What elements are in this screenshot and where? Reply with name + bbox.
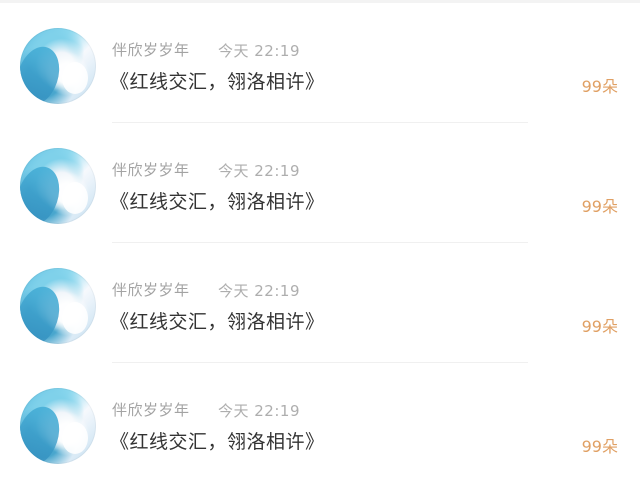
author-name[interactable]: 伴欣岁岁年 xyxy=(112,39,190,60)
flower-count: 99朵 xyxy=(581,317,618,336)
comment-text: 《红线交汇，翎洛相许》 xyxy=(110,311,325,333)
avatar[interactable] xyxy=(20,388,96,464)
timestamp: 今天 22:19 xyxy=(218,42,300,60)
comment-item[interactable]: 伴欣岁岁年 今天 22:19 《红线交汇，翎洛相许》 99朵 xyxy=(0,123,640,243)
flower-count: 99朵 xyxy=(581,437,618,456)
comment-item[interactable]: 伴欣岁岁年 今天 22:19 《红线交汇，翎洛相许》 99朵 xyxy=(0,243,640,363)
avatar[interactable] xyxy=(20,268,96,344)
author-name[interactable]: 伴欣岁岁年 xyxy=(112,279,190,300)
comment-list: 伴欣岁岁年 今天 22:19 《红线交汇，翎洛相许》 99朵 伴欣岁岁年 今天 … xyxy=(0,0,640,488)
comment-text: 《红线交汇，翎洛相许》 xyxy=(110,191,325,213)
author-name[interactable]: 伴欣岁岁年 xyxy=(112,399,190,420)
flower-count: 99朵 xyxy=(581,77,618,96)
avatar[interactable] xyxy=(20,28,96,104)
avatar[interactable] xyxy=(20,148,96,224)
comment-text: 《红线交汇，翎洛相许》 xyxy=(110,431,325,453)
timestamp: 今天 22:19 xyxy=(218,282,300,300)
comment-item[interactable]: 伴欣岁岁年 今天 22:19 《红线交汇，翎洛相许》 99朵 xyxy=(0,3,640,123)
flower-count: 99朵 xyxy=(581,197,618,216)
comment-text: 《红线交汇，翎洛相许》 xyxy=(110,71,325,93)
timestamp: 今天 22:19 xyxy=(218,162,300,180)
timestamp: 今天 22:19 xyxy=(218,402,300,420)
author-name[interactable]: 伴欣岁岁年 xyxy=(112,159,190,180)
comment-item[interactable]: 伴欣岁岁年 今天 22:19 《红线交汇，翎洛相许》 99朵 xyxy=(0,363,640,483)
